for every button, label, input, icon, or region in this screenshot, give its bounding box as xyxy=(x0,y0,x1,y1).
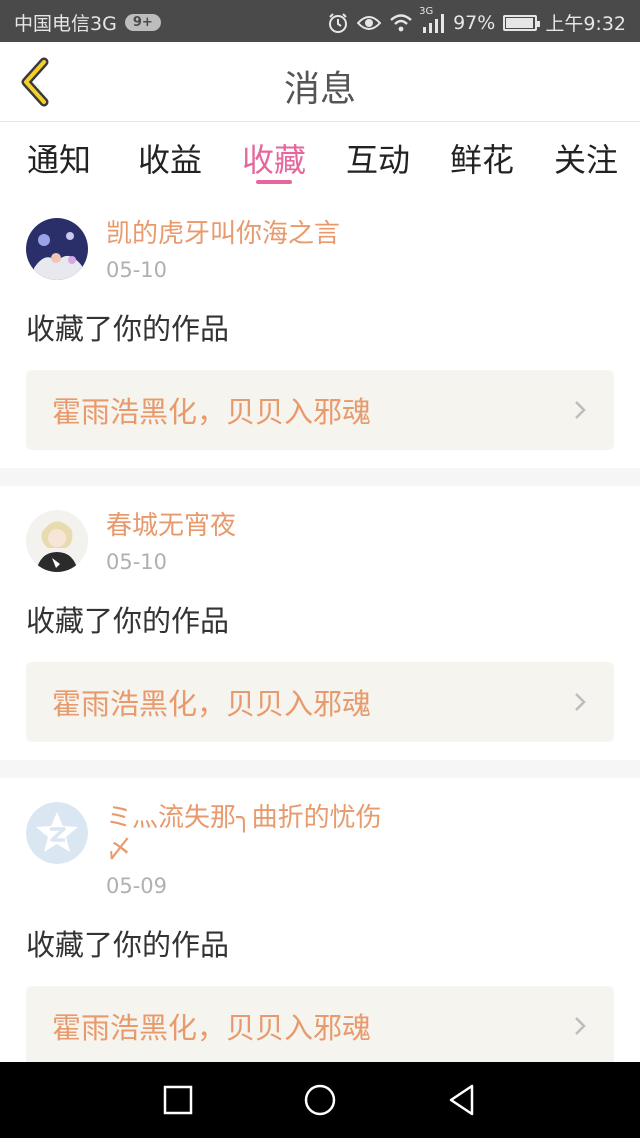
battery-level xyxy=(506,17,534,28)
username[interactable]: 凯的虎牙叫你海之言 xyxy=(106,218,406,250)
wifi-icon xyxy=(389,13,413,33)
status-left: 中国电信3G 9+ xyxy=(14,9,161,36)
work-title: 霍雨浩黑化，贝贝入邪魂 xyxy=(52,395,372,429)
clock: 上午9:32 xyxy=(545,13,626,35)
tab-earnings[interactable]: 收益 xyxy=(118,122,222,194)
back-triangle-icon xyxy=(449,1084,474,1116)
user-row: ミ灬流失那╮曲折的忧伤〆 05-09 xyxy=(26,802,614,898)
message-date: 05-09 xyxy=(106,874,168,898)
alarm-icon xyxy=(327,12,349,34)
work-title: 霍雨浩黑化，贝贝入邪魂 xyxy=(52,687,372,721)
tab-notifications[interactable]: 通知 xyxy=(0,122,118,194)
notification-badge: 9+ xyxy=(124,14,161,31)
action-text: 收藏了你的作品 xyxy=(26,312,230,346)
chevron-right-icon xyxy=(575,693,586,711)
avatar[interactable] xyxy=(26,802,88,864)
user-meta: 春城无宵夜 05-10 xyxy=(106,510,406,574)
work-link[interactable]: 霍雨浩黑化，贝贝入邪魂 xyxy=(26,986,614,1062)
page-title: 消息 xyxy=(283,69,356,110)
user-row: 春城无宵夜 05-10 xyxy=(26,510,614,574)
status-bar: 中国电信3G 9+ 3G 97% 上午9:32 xyxy=(0,0,640,42)
battery-icon xyxy=(503,14,541,31)
recents-button[interactable] xyxy=(158,1080,198,1120)
username[interactable]: ミ灬流失那╮曲折的忧伤〆 xyxy=(106,802,406,866)
tab-follows[interactable]: 关注 xyxy=(534,122,638,194)
tab-interactions[interactable]: 互动 xyxy=(326,122,430,194)
chevron-right-icon xyxy=(575,1017,586,1035)
user-meta: 凯的虎牙叫你海之言 05-10 xyxy=(106,218,406,282)
battery-percent: 97% xyxy=(453,11,496,34)
message-list[interactable]: 凯的虎牙叫你海之言 05-10 收藏了你的作品 霍雨浩黑化，贝贝入邪魂 春城无宵… xyxy=(0,194,640,1062)
action-text: 收藏了你的作品 xyxy=(26,604,230,638)
user-meta: ミ灬流失那╮曲折的忧伤〆 05-09 xyxy=(106,802,406,898)
message-card: 凯的虎牙叫你海之言 05-10 收藏了你的作品 霍雨浩黑化，贝贝入邪魂 xyxy=(0,194,640,468)
message-date: 05-10 xyxy=(106,258,168,282)
recents-square-icon xyxy=(163,1085,193,1115)
home-button[interactable] xyxy=(300,1080,340,1120)
work-title: 霍雨浩黑化，贝贝入邪魂 xyxy=(52,1011,372,1045)
avatar[interactable] xyxy=(26,510,88,572)
avatar[interactable] xyxy=(26,218,88,280)
status-right: 3G 97% 上午9:32 xyxy=(327,6,626,36)
message-date: 05-10 xyxy=(106,550,168,574)
message-card: 春城无宵夜 05-10 收藏了你的作品 霍雨浩黑化，贝贝入邪魂 xyxy=(0,486,640,760)
work-link[interactable]: 霍雨浩黑化，贝贝入邪魂 xyxy=(26,370,614,450)
home-circle-icon xyxy=(304,1084,336,1116)
network-type-label: 3G xyxy=(419,5,434,17)
tab-bar: 通知 收益 收藏 互动 鲜花 关注 xyxy=(0,122,640,194)
tab-flowers[interactable]: 鲜花 xyxy=(430,122,534,194)
carrier-label: 中国电信3G xyxy=(14,13,117,35)
username[interactable]: 春城无宵夜 xyxy=(106,510,406,542)
message-card: ミ灬流失那╮曲折的忧伤〆 05-09 收藏了你的作品 霍雨浩黑化，贝贝入邪魂 xyxy=(0,778,640,1062)
qq-default-avatar-icon xyxy=(26,802,88,864)
app-header: 消息 xyxy=(0,42,640,122)
back-nav-button[interactable] xyxy=(442,1080,482,1120)
chevron-right-icon xyxy=(575,401,586,419)
eye-icon xyxy=(357,14,382,32)
tab-favorites[interactable]: 收藏 xyxy=(222,122,326,194)
system-nav-bar xyxy=(0,1062,640,1138)
user-row: 凯的虎牙叫你海之言 05-10 xyxy=(26,218,614,282)
action-text: 收藏了你的作品 xyxy=(26,928,230,962)
signal-icon: 3G xyxy=(419,6,445,33)
work-link[interactable]: 霍雨浩黑化，贝贝入邪魂 xyxy=(26,662,614,742)
